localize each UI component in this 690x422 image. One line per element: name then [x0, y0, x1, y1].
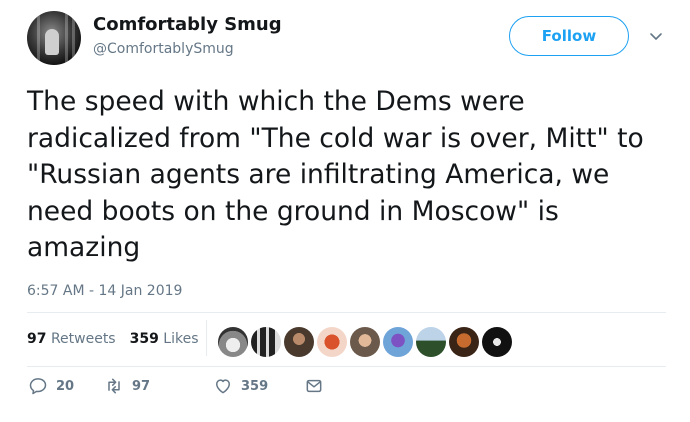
- like-count: 359: [241, 378, 269, 394]
- retweets-stat-count: 97: [27, 331, 47, 347]
- reply-button[interactable]: 20: [28, 376, 74, 396]
- liker-avatar[interactable]: [350, 327, 380, 357]
- liker-avatar[interactable]: [317, 327, 347, 357]
- retweet-count: 97: [132, 378, 151, 394]
- likes-stat-label: Likes: [163, 331, 199, 347]
- tweet-text: The speed with which the Dems were radic…: [27, 86, 644, 263]
- liker-avatar[interactable]: [482, 327, 512, 357]
- liker-avatar[interactable]: [449, 327, 479, 357]
- liker-avatar[interactable]: [416, 327, 446, 357]
- like-button[interactable]: 359: [213, 376, 268, 396]
- author-handle[interactable]: @ComfortablySmug: [93, 41, 234, 57]
- divider: [27, 312, 666, 313]
- author-avatar[interactable]: [27, 11, 81, 65]
- envelope-icon: [306, 379, 322, 393]
- divider: [27, 366, 666, 367]
- stats-separator: [206, 320, 207, 356]
- tweet-timestamp[interactable]: 6:57 AM - 14 Jan 2019: [27, 283, 182, 299]
- liker-avatar[interactable]: [284, 327, 314, 357]
- liker-avatar[interactable]: [383, 327, 413, 357]
- likes-stat[interactable]: 359 Likes: [130, 331, 199, 347]
- liker-avatar[interactable]: [218, 327, 248, 357]
- follow-button[interactable]: Follow: [509, 16, 629, 56]
- chevron-down-icon[interactable]: [648, 28, 664, 44]
- retweets-stat-label: Retweets: [50, 331, 116, 347]
- liker-avatar[interactable]: [251, 327, 281, 357]
- liker-avatars: [218, 327, 512, 357]
- reply-count: 20: [56, 378, 75, 394]
- author-name[interactable]: Comfortably Smug: [93, 14, 282, 35]
- likes-stat-count: 359: [129, 331, 159, 347]
- tweet-stats: 97 Retweets 359 Likes: [27, 331, 199, 347]
- direct-message-button[interactable]: [304, 376, 324, 396]
- reply-icon: [29, 378, 47, 395]
- retweet-icon: [108, 378, 120, 394]
- retweets-stat[interactable]: 97 Retweets: [27, 331, 116, 347]
- heart-icon: [216, 379, 230, 394]
- retweet-button[interactable]: 97: [104, 376, 150, 396]
